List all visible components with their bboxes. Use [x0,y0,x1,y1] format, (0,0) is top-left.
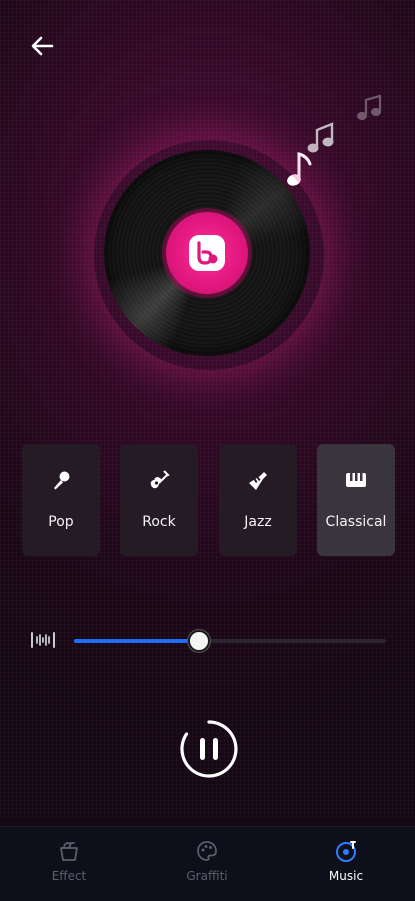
bucket-icon [60,842,78,861]
genre-selector: Pop Rock Jazz Classical [22,444,396,556]
nav-item-graffiti[interactable]: Graffiti [138,827,276,901]
guitar-icon [150,470,170,489]
genre-label: Jazz [244,514,272,530]
volume-slider[interactable] [74,630,386,652]
vinyl-record [104,150,314,360]
nav-label: Music [328,869,364,883]
nav-item-effect[interactable]: Effect [0,827,138,901]
microphone-icon [54,471,70,490]
record-disc [104,150,310,356]
music-note-logo-icon [189,235,225,271]
genre-label: Classical [325,514,387,530]
genre-card-pop[interactable]: Pop [22,444,100,556]
genre-card-rock[interactable]: Rock [120,444,198,556]
pause-button[interactable] [178,718,240,780]
nav-label: Effect [51,869,87,883]
sound-wave-icon [31,632,55,648]
record-center-label [166,212,248,294]
bottom-navigation: Effect Graffiti Music [0,826,415,901]
genre-card-classical[interactable]: Classical [317,444,395,556]
genre-card-jazz[interactable]: Jazz [219,444,297,556]
slider-thumb[interactable] [188,630,210,652]
music-disc-icon [336,841,356,862]
genre-label: Pop [48,514,74,530]
slider-fill [74,639,199,643]
genre-label: Rock [142,514,176,530]
back-arrow-icon [31,36,54,56]
piano-icon [346,473,366,487]
nav-item-music[interactable]: Music [277,827,415,901]
nav-label: Graffiti [186,869,228,883]
palette-icon [197,841,217,861]
pause-icon [180,720,238,778]
trumpet-icon [249,472,267,490]
back-button[interactable] [26,32,58,60]
